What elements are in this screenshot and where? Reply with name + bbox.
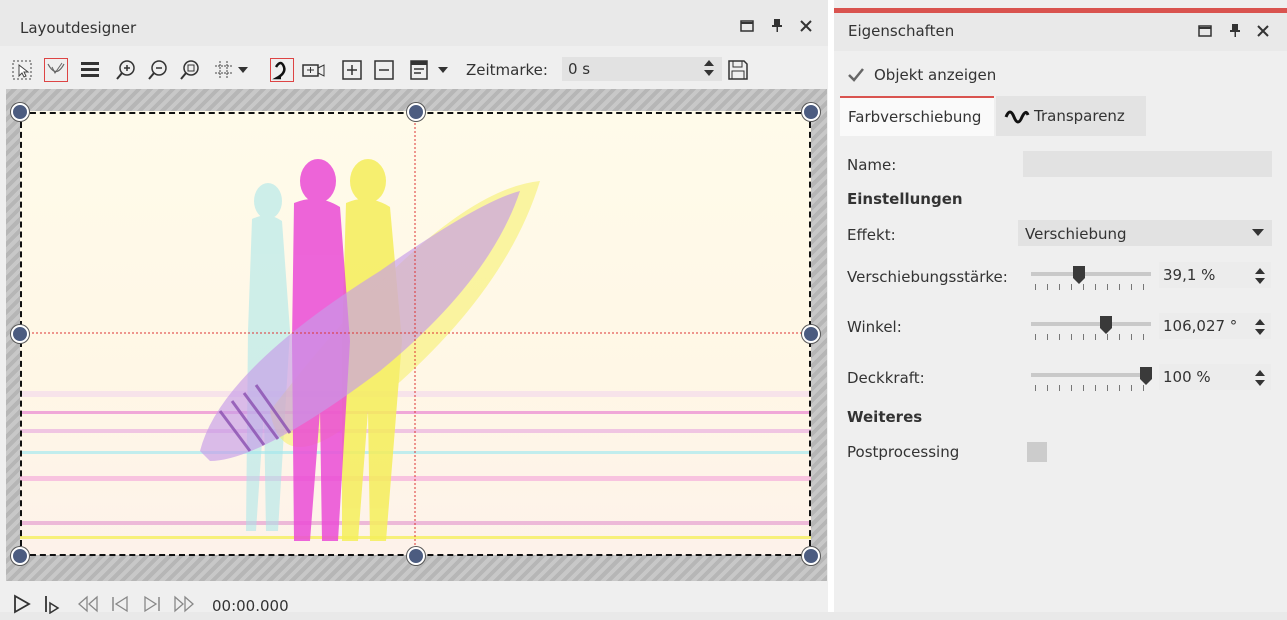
section-more: Weiteres <box>847 408 923 426</box>
tab-transparenz[interactable]: Transparenz <box>996 96 1146 136</box>
pin-icon[interactable] <box>1226 23 1244 41</box>
tab-farbverschiebung[interactable]: Farbverschiebung <box>840 96 994 136</box>
opacity-label: Deckkraft: <box>847 369 925 387</box>
show-object-label: Objekt anzeigen <box>874 66 997 84</box>
name-label: Name: <box>847 156 897 174</box>
add-keyframe-icon[interactable] <box>340 58 364 82</box>
grid-dropdown-icon[interactable] <box>236 58 250 82</box>
maximize-icon[interactable] <box>1196 23 1214 41</box>
opacity-slider[interactable] <box>1031 373 1151 377</box>
resize-handle-top[interactable] <box>407 103 425 121</box>
show-object-row[interactable]: Objekt anzeigen <box>846 64 996 86</box>
resize-handle-bottom-left[interactable] <box>11 547 29 565</box>
chevron-down-icon <box>1252 229 1264 236</box>
pin-icon[interactable] <box>768 18 786 36</box>
layoutdesigner-title: Layoutdesigner <box>20 19 137 37</box>
effect-value: Verschiebung <box>1025 225 1127 243</box>
resize-handle-top-right[interactable] <box>802 103 820 121</box>
postprocessing-label: Postprocessing <box>847 443 960 461</box>
save-icon[interactable] <box>726 58 750 82</box>
strength-label: Verschiebungsstärke: <box>847 268 1008 286</box>
effect-label: Effekt: <box>847 226 896 244</box>
tab-farbverschiebung-label: Farbverschiebung <box>848 108 982 126</box>
resize-handle-bottom-right[interactable] <box>802 547 820 565</box>
zoom-fit-icon[interactable] <box>178 58 202 82</box>
checkmark-icon[interactable] <box>846 65 866 85</box>
angle-label: Winkel: <box>847 318 902 336</box>
properties-title: Eigenschaften <box>848 22 955 40</box>
play-from-marker-icon[interactable] <box>40 592 64 616</box>
strength-slider-ticks <box>1035 284 1147 290</box>
playback-bar: 00:00.000 <box>0 586 828 620</box>
fast-backward-icon[interactable] <box>76 592 100 616</box>
strength-spinner-icon[interactable] <box>1254 266 1266 286</box>
curve-select-icon[interactable] <box>44 58 68 82</box>
maximize-icon[interactable] <box>738 18 756 36</box>
motion-path-icon[interactable] <box>270 58 294 82</box>
section-settings: Einstellungen <box>847 190 963 208</box>
opacity-slider-ticks <box>1035 385 1147 391</box>
angle-slider[interactable] <box>1031 322 1151 326</box>
resize-handle-top-left[interactable] <box>11 103 29 121</box>
layout-stage <box>6 89 827 581</box>
resize-handle-bottom[interactable] <box>407 547 425 565</box>
effect-select[interactable]: Verschiebung <box>1018 220 1272 246</box>
align-icon[interactable] <box>408 58 432 82</box>
zoom-out-icon[interactable] <box>146 58 170 82</box>
zeitmarke-label: Zeitmarke: <box>466 61 548 79</box>
resize-handle-left[interactable] <box>11 325 29 343</box>
close-icon[interactable] <box>1254 23 1272 41</box>
zeitmarke-input[interactable]: 0 s <box>562 57 722 81</box>
angle-slider-thumb[interactable] <box>1100 316 1112 334</box>
opacity-slider-thumb[interactable] <box>1140 367 1152 385</box>
resize-handle-right[interactable] <box>802 325 820 343</box>
properties-header: Eigenschaften <box>834 13 1287 51</box>
strength-slider[interactable] <box>1031 272 1151 276</box>
grid-icon[interactable] <box>212 58 236 82</box>
next-frame-icon[interactable] <box>140 592 164 616</box>
close-icon[interactable] <box>797 18 815 36</box>
name-input[interactable] <box>1023 151 1272 177</box>
transparency-icon <box>1004 110 1030 124</box>
tab-transparenz-label: Transparenz <box>1034 107 1125 125</box>
layoutdesigner-panel: Layoutdesigner Zeitmarke: 0 s 00:00.000 <box>0 8 828 615</box>
postprocessing-checkbox[interactable] <box>1027 442 1047 462</box>
zeitmarke-spinner-icon[interactable] <box>702 58 718 80</box>
camera-icon[interactable] <box>302 58 326 82</box>
zoom-in-icon[interactable] <box>114 58 138 82</box>
fast-forward-icon[interactable] <box>172 592 196 616</box>
previous-frame-icon[interactable] <box>108 592 132 616</box>
layout-toolbar: Zeitmarke: 0 s <box>0 54 828 86</box>
layers-icon[interactable] <box>78 58 102 82</box>
align-dropdown-icon[interactable] <box>436 58 450 82</box>
layoutdesigner-header: Layoutdesigner <box>0 8 828 46</box>
play-icon[interactable] <box>10 592 34 616</box>
remove-keyframe-icon[interactable] <box>372 58 396 82</box>
opacity-spinner-icon[interactable] <box>1254 368 1266 388</box>
properties-panel: Eigenschaften Objekt anzeigen Farbversch… <box>834 0 1287 612</box>
preview-image[interactable] <box>20 111 811 555</box>
timecode-display: 00:00.000 <box>212 597 289 615</box>
strength-slider-thumb[interactable] <box>1073 266 1085 284</box>
angle-slider-ticks <box>1035 334 1147 340</box>
angle-spinner-icon[interactable] <box>1254 317 1266 337</box>
select-area-icon[interactable] <box>10 58 34 82</box>
